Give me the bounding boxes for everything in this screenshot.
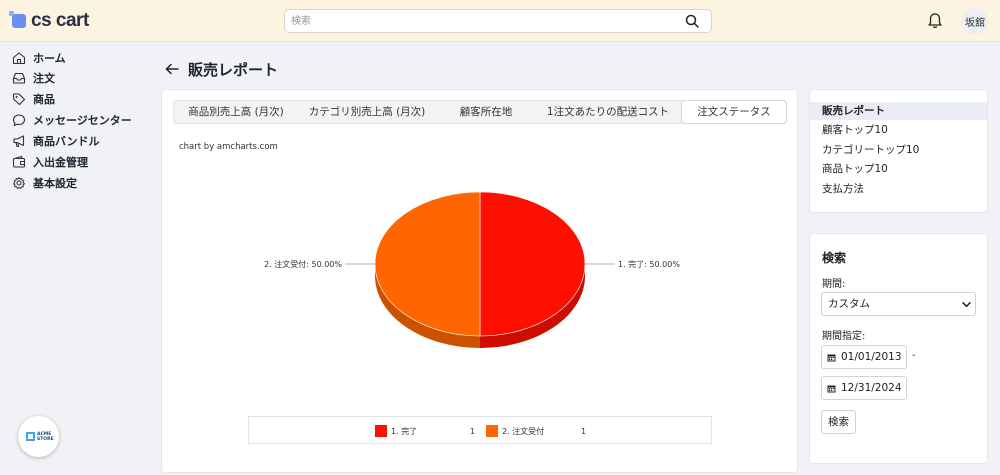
report-link-top-categories[interactable]: カテゴリートップ10 [810, 141, 987, 159]
sidebar-item-label: 商品 [33, 93, 55, 106]
search-button[interactable]: 検索 [821, 410, 856, 434]
period-select[interactable]: カスタム [821, 292, 976, 316]
sidebar-item-home[interactable]: ホーム [12, 49, 66, 67]
search-panel-title: 検索 [822, 251, 847, 265]
report-link-top-customers[interactable]: 顧客トップ10 [810, 121, 987, 139]
sidebar-item-settings[interactable]: 基本設定 [12, 174, 77, 192]
legend-label: 1. 完了 [391, 426, 418, 436]
bell-icon[interactable] [927, 12, 943, 29]
chart-legend: 1. 完了 1 2. 注文受付 1 [248, 416, 712, 444]
tag-icon [12, 93, 26, 106]
logo-text: cs cart [31, 10, 89, 31]
tab-category-sales[interactable]: カテゴリ別売上高 (月次) [302, 101, 432, 123]
date-to-field[interactable]: 12/31/2024 [821, 376, 907, 400]
pie-slice-label: 2. 注文受付: 50.00% [264, 259, 342, 269]
legend-item[interactable]: 1. 完了 [375, 425, 417, 437]
tab-product-sales[interactable]: 商品別売上高 (月次) [176, 101, 296, 123]
store-logo-text: ACME STORE [37, 431, 54, 442]
search-icon[interactable] [685, 14, 699, 28]
chat-icon [12, 114, 26, 127]
search-panel: 検索 期間: カスタム 期間指定: 01/01/2013 - 12/31/202… [809, 233, 988, 464]
date-from-field[interactable]: 01/01/2013 [821, 345, 907, 369]
date-to-value: 12/31/2024 [841, 382, 902, 394]
pie-chart: 1. 完了: 50.00% 2. 注文受付: 50.00% [264, 191, 680, 348]
chart-credit-link[interactable]: chart by amcharts.com [179, 142, 278, 152]
date-range-dash: - [912, 350, 916, 361]
legend-value: 1 [470, 427, 476, 436]
logo-mark [9, 11, 26, 28]
sidebar-item-label: 入出金管理 [33, 156, 88, 169]
sidebar-item-label: メッセージセンター [33, 114, 132, 127]
sidebar-item-label: 商品バンドル [33, 135, 100, 148]
reports-list: 販売レポート 顧客トップ10 カテゴリートップ10 商品トップ10 支払方法 [809, 89, 988, 213]
report-panel: 商品別売上高 (月次) カテゴリ別売上高 (月次) 顧客所在地 1注文あたりの配… [161, 89, 798, 473]
legend-swatch [486, 425, 498, 437]
calendar-icon [827, 354, 836, 361]
sidebar: ホーム 注文 商品 メッセージセンター 商品バンドル 入出金管理 基本設定 AC… [0, 43, 148, 475]
legend-value: 1 [581, 427, 587, 436]
report-link-top-products[interactable]: 商品トップ10 [810, 160, 987, 178]
date-range-label: 期間指定: [822, 331, 866, 342]
report-link-payment-methods[interactable]: 支払方法 [810, 180, 987, 198]
sidebar-item-message-center[interactable]: メッセージセンター [12, 111, 132, 129]
search-input[interactable] [285, 10, 665, 32]
avatar[interactable]: 坂舘 [962, 8, 988, 34]
pie-slice[interactable] [479, 191, 586, 337]
global-search [284, 9, 712, 33]
date-from-value: 01/01/2013 [841, 351, 902, 363]
gear-icon [13, 177, 25, 189]
inbox-icon [12, 72, 26, 84]
pie-slice-label: 1. 完了: 50.00% [618, 259, 680, 269]
sidebar-item-payouts[interactable]: 入出金管理 [12, 153, 88, 171]
period-select-value: カスタム [828, 298, 870, 310]
tab-shipping-cost[interactable]: 1注文あたりの配送コスト [538, 101, 678, 123]
page-title: 販売レポート [188, 61, 279, 79]
legend-item[interactable]: 2. 注文受付 [486, 425, 544, 437]
logo[interactable]: cs cart [9, 10, 89, 31]
home-icon [12, 52, 26, 65]
top-bar: cs cart 坂舘 [0, 0, 1000, 42]
back-arrow-icon[interactable] [164, 61, 180, 77]
store-badge[interactable]: ACME STORE [18, 416, 59, 457]
period-label: 期間: [822, 279, 846, 290]
pie-slice[interactable] [374, 191, 481, 337]
store-logo: ACME STORE [26, 431, 54, 442]
sidebar-item-label: 基本設定 [33, 177, 77, 190]
sidebar-item-orders[interactable]: 注文 [12, 69, 55, 87]
calendar-icon [827, 385, 836, 392]
legend-swatch [375, 425, 387, 437]
chevron-down-icon [962, 302, 971, 308]
wallet-icon [12, 155, 26, 168]
report-link-sales[interactable]: 販売レポート [810, 102, 987, 120]
store-logo-mark [26, 432, 35, 441]
sidebar-item-label: 注文 [33, 72, 55, 85]
legend-label: 2. 注文受付 [502, 426, 545, 436]
tab-order-status[interactable]: 注文ステータス [681, 100, 787, 124]
sidebar-item-bundles[interactable]: 商品バンドル [12, 132, 100, 150]
report-tabs: 商品別売上高 (月次) カテゴリ別売上高 (月次) 顧客所在地 1注文あたりの配… [173, 100, 787, 124]
sidebar-item-products[interactable]: 商品 [12, 90, 55, 108]
tab-customer-location[interactable]: 顧客所在地 [438, 101, 534, 123]
sidebar-item-label: ホーム [33, 52, 66, 65]
megaphone-icon [13, 135, 25, 148]
